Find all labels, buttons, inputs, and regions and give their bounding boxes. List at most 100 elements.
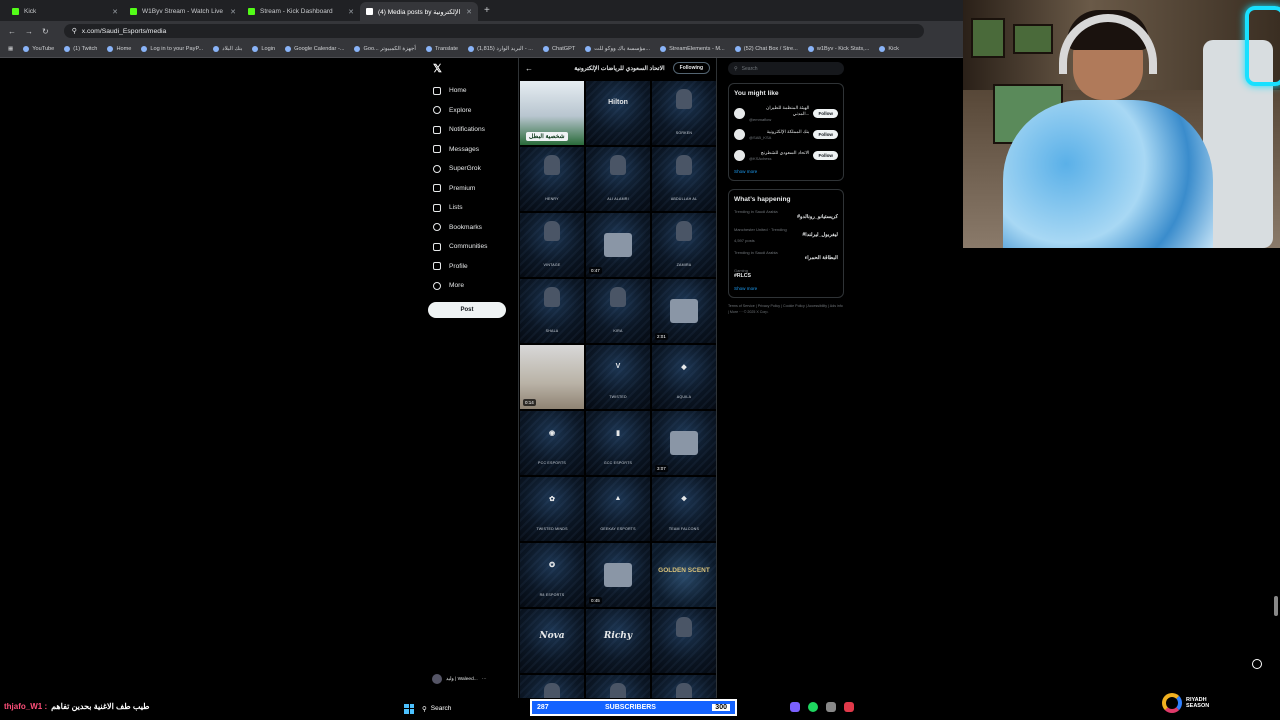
close-icon[interactable]: ✕ [230,8,236,16]
nav-item-more[interactable]: More [428,276,514,296]
new-tab-icon[interactable]: + [484,5,490,16]
nav-item-notifications[interactable]: Notifications [428,120,514,140]
media-tile[interactable]: ▮ GCC ESPORTS [586,411,650,475]
discord-icon[interactable] [790,702,800,712]
media-tile[interactable]: 0:45 [586,543,650,607]
close-icon[interactable]: ✕ [466,8,472,16]
bookmark-item[interactable]: Google Calendar -... [285,46,344,52]
media-tile[interactable]: شخصية البطل [520,81,584,145]
media-tile[interactable]: 3:07 [652,411,716,475]
bookmark-item[interactable]: مؤسسة باك ووكو للت... [585,46,650,52]
browser-tab[interactable]: Stream - Kick Dashboard ✕ [242,2,360,21]
trend-item[interactable]: Manchester United · Trending #ليفربول_لير… [734,227,838,243]
media-tile[interactable]: VINTAGE [520,213,584,277]
following-button[interactable]: Following [672,62,710,74]
media-tile[interactable]: GOLDEN SCENT [652,543,716,607]
search-input[interactable]: ⚲ Search [728,62,844,75]
follow-button[interactable]: Follow [813,130,838,139]
media-tile[interactable]: ✿ TWISTED MINDS [520,477,584,541]
media-tile[interactable]: ALI ALAMRI [586,147,650,211]
apps-icon[interactable]: ▦ [8,46,13,52]
media-tile[interactable]: ❖ TEAM FALCONS [652,477,716,541]
taskbar-search[interactable]: ⚲ Search [422,705,482,713]
follow-button[interactable]: Follow [813,109,838,118]
media-tile[interactable]: 0:47 [586,213,650,277]
bookmark-item[interactable]: Kick [879,46,899,52]
nav-item-premium[interactable]: Premium [428,179,514,199]
suggested-account[interactable]: الهيئة المنظمة للطيران المدني... @emmaflo… [734,103,838,124]
suggested-account[interactable]: بنك المملكة الإلكترونية @SAB_KSA Follow [734,124,838,145]
browser-tab[interactable]: W1Byv Stream - Watch Live on ✕ [124,2,242,21]
browser-tab[interactable]: Kick ✕ [6,2,124,21]
nav-item-explore[interactable]: Explore [428,101,514,121]
bookmark-item[interactable]: بنك البلاد [213,46,242,52]
address-bar[interactable]: ⚲ x.com/Saudi_Esports/media [63,24,924,38]
media-tile[interactable]: ZAMIRA [652,213,716,277]
reload-icon[interactable]: ↻ [42,27,49,36]
media-tile[interactable]: 0:14 [520,345,584,409]
back-arrow-icon[interactable]: ← [525,64,533,73]
trend-item[interactable]: Trending in Saudi Arabia #كريستيانو_رونال… [734,209,838,220]
media-tile[interactable] [520,675,584,698]
nav-item-messages[interactable]: Messages [428,140,514,160]
bookmark-item[interactable]: Log in to your PayP... [141,46,203,52]
media-tile[interactable]: ABDULLAH AL [652,147,716,211]
media-tile[interactable] [586,675,650,698]
media-tile[interactable]: ◆ AQUILA [652,345,716,409]
bookmark-item[interactable]: Home [107,46,131,52]
media-tile[interactable]: SHALA [520,279,584,343]
media-tile[interactable]: SORKEN [652,81,716,145]
nav-item-supergrok[interactable]: SuperGrok [428,159,514,179]
bookmark-item[interactable]: ChatGPT [542,46,575,52]
media-tile[interactable] [652,609,716,673]
media-tile[interactable]: V TWISTED [586,345,650,409]
show-more-link[interactable]: Show more [734,286,838,291]
post-button[interactable]: Post [428,301,506,318]
search-icon: ⚲ [422,705,427,713]
browser-tab[interactable]: (4) Media posts by الاتحاد السعودي للريا… [360,2,478,21]
close-icon[interactable]: ✕ [112,8,118,16]
media-tile[interactable]: ✪ R8 ESPORTS [520,543,584,607]
bookmark-item[interactable]: (52) Chat Box / Stre... [734,46,798,52]
media-tile[interactable]: Hilton [586,81,650,145]
media-tile[interactable]: 2:01 [652,279,716,343]
close-icon[interactable]: ✕ [348,8,354,16]
x-logo-icon[interactable]: 𝕏 [433,62,514,75]
media-tile[interactable]: ▲ GEEKAY ESPORTS [586,477,650,541]
media-tile[interactable]: ◉ PCC ESPORTS [520,411,584,475]
media-tile[interactable]: HENRY [520,147,584,211]
app-icon[interactable] [826,702,836,712]
media-tile[interactable]: Richy [586,609,650,673]
bookmark-item[interactable]: Login [252,46,275,52]
trend-item[interactable]: Gaming #RLCS [734,268,838,279]
media-tile[interactable] [652,675,716,698]
bookmark-item[interactable]: Translate [425,46,458,52]
nav-item-bookmarks[interactable]: Bookmarks [428,218,514,238]
nav-item-communities[interactable]: Communities [428,237,514,257]
bookmark-item[interactable]: w1Byv - Kick Stats,... [807,46,869,52]
app-icon[interactable] [844,702,854,712]
bookmark-item[interactable]: (1,815) البريد الوارد - ... [468,46,533,52]
media-tile[interactable]: Nova [520,609,584,673]
sidebar-footer[interactable]: Terms of Service | Privacy Policy | Cook… [728,304,844,316]
forward-icon[interactable]: → [25,27,33,36]
show-more-link[interactable]: Show more [734,169,838,174]
bookmark-item[interactable]: (1) Twitch [64,46,97,52]
nav-item-profile[interactable]: Profile [428,257,514,277]
trend-item[interactable]: Trending in Saudi Arabia البطاقة الحمراء [734,250,838,261]
bookmark-item[interactable]: Goo... أجهزة الكمبيوتر [354,46,416,52]
media-tile[interactable]: KIRA [586,279,650,343]
bookmark-item[interactable]: YouTube [23,46,54,52]
nav-item-lists[interactable]: Lists [428,198,514,218]
follow-button[interactable]: Follow [813,151,838,160]
bookmark-item[interactable]: StreamElements - M... [660,46,725,52]
account-switcher[interactable]: وليد | Waleed... ··· [432,674,487,684]
refresh-icon[interactable] [1252,659,1262,669]
spotify-icon[interactable] [808,702,818,712]
back-icon[interactable]: ← [8,27,16,36]
windows-start-icon[interactable] [404,703,414,714]
page-scrollbar[interactable] [1274,596,1278,616]
suggested-account[interactable]: الاتحاد السعودي للشطرنج @KSAchess Follow [734,145,838,166]
nav-item-home[interactable]: Home [428,81,514,101]
site-info-icon[interactable]: ⚲ [72,27,77,35]
